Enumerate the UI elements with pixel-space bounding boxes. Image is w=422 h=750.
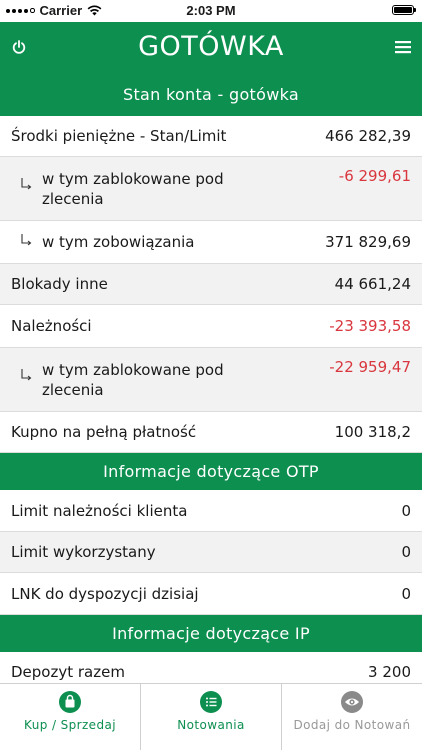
account-row-other-blocks: Blokady inne 44 661,24 (0, 264, 422, 305)
account-row-liabilities: w tym zobowiązania 371 829,69 (0, 221, 422, 264)
account-row-full-payment-purchase: Kupno na pełną płatność 100 318,2 (0, 412, 422, 453)
eye-icon (341, 691, 363, 713)
app-header: GOTÓWKA (0, 22, 422, 72)
row-label: LNK do dyspozycji dzisiaj (11, 584, 199, 603)
row-label: w tym zablokowane pod zlecenia (42, 360, 224, 399)
quotes-button[interactable]: Notowania (141, 684, 282, 750)
row-value: 466 282,39 (325, 127, 411, 145)
row-label: Blokady inne (11, 275, 108, 293)
account-row-receivables-blocked-orders: w tym zablokowane pod zlecenia -22 959,4… (0, 348, 422, 412)
row-label: Kupno na pełną płatność (11, 423, 197, 441)
row-value: 0 (401, 501, 411, 520)
buy-sell-label: Kup / Sprzedaj (24, 718, 116, 732)
row-label: w tym zablokowane pod zlecenia (42, 169, 224, 208)
row-label: Należności (11, 317, 92, 335)
row-value: 0 (401, 584, 411, 603)
section-header-otp: Informacje dotyczące OTP (0, 453, 422, 490)
list-icon (200, 691, 222, 713)
account-row-blocked-orders: w tym zablokowane pod zlecenia -6 299,61 (0, 157, 422, 221)
row-value: -23 393,58 (329, 317, 411, 335)
account-row-cash: Środki pieniężne - Stan/Limit 466 282,39 (0, 116, 422, 157)
sub-item-arrow-icon (21, 178, 32, 190)
battery-icon (392, 5, 416, 15)
status-bar: Carrier 2:03 PM (0, 0, 422, 22)
row-value: 100 318,2 (334, 423, 411, 441)
row-value: 371 829,69 (325, 233, 411, 251)
section-header-ip: Informacje dotyczące IP (0, 615, 422, 652)
otp-row-client-limit: Limit należności klienta 0 (0, 490, 422, 532)
row-label: Limit wykorzystany (11, 543, 156, 561)
hamburger-menu-icon[interactable] (395, 40, 411, 54)
otp-row-used-limit: Limit wykorzystany 0 (0, 532, 422, 573)
page-title: GOTÓWKA (138, 31, 284, 62)
buy-sell-button[interactable]: Kup / Sprzedaj (0, 684, 141, 750)
quotes-label: Notowania (177, 718, 245, 732)
status-time: 2:03 PM (186, 3, 236, 18)
bottom-tab-bar: Kup / Sprzedaj Notowania Dodaj do Notowa… (0, 683, 422, 750)
add-to-quotes-label: Dodaj do Notowań (293, 718, 411, 732)
row-label: Depozyt razem (11, 663, 125, 681)
sub-item-arrow-icon (21, 369, 32, 381)
account-row-receivables: Należności -23 393,58 (0, 305, 422, 348)
row-label: Limit należności klienta (11, 501, 188, 520)
sub-item-arrow-icon (21, 234, 32, 246)
row-value: -6 299,61 (338, 167, 411, 185)
row-value: -22 959,47 (329, 358, 411, 376)
row-label: w tym zobowiązania (42, 233, 195, 251)
add-to-quotes-button[interactable]: Dodaj do Notowań (282, 684, 422, 750)
shopping-bag-icon (59, 691, 81, 713)
row-value: 0 (401, 543, 411, 561)
otp-row-lnk-available: LNK do dyspozycji dzisiaj 0 (0, 573, 422, 615)
row-label: Środki pieniężne - Stan/Limit (11, 127, 227, 145)
row-value: 44 661,24 (334, 275, 411, 293)
row-value: 3 200 (368, 663, 411, 681)
section-header-account: Stan konta - gotówka (0, 72, 422, 116)
